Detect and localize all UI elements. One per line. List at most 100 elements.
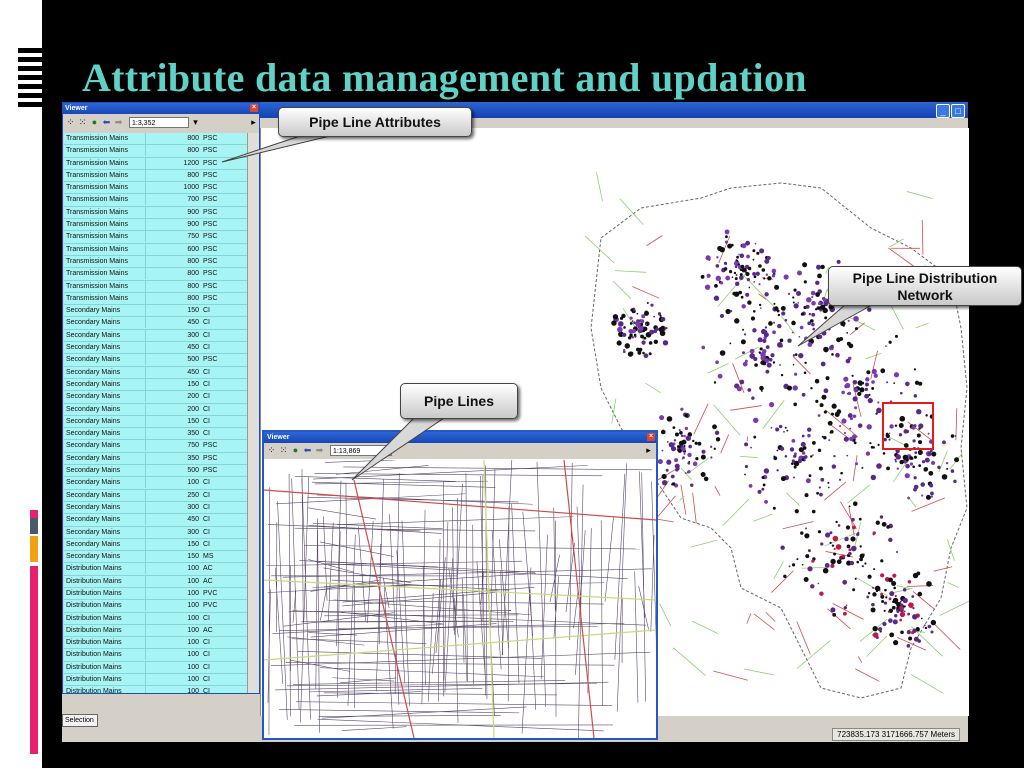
pipe-size-cell: 350	[145, 452, 201, 464]
table-row[interactable]: Secondary Mains 150 CI	[64, 378, 247, 392]
attribute-viewer-titlebar[interactable]: Viewer ×	[63, 103, 259, 114]
pipe-type-cell: Secondary Mains	[66, 368, 121, 376]
pipe-material-cell: MS	[203, 553, 214, 561]
table-row[interactable]: Distribution Mains 100 CI	[64, 661, 247, 675]
pipe-type-cell: Transmission Mains	[66, 270, 128, 278]
table-row[interactable]: Secondary Mains 150 CI	[64, 415, 247, 429]
table-row[interactable]: Distribution Mains 100 PVC	[64, 587, 247, 601]
pipe-type-cell: Secondary Mains	[66, 540, 121, 548]
pipe-material-cell: CI	[203, 380, 210, 388]
table-row[interactable]: Transmission Mains 700 PSC	[64, 194, 247, 207]
pipe-material-cell: PSC	[203, 233, 218, 241]
table-row[interactable]: Transmission Mains 900 PSC	[64, 206, 247, 220]
forward-arrow-icon[interactable]: ➡	[114, 118, 123, 127]
globe-icon[interactable]: ●	[291, 446, 300, 455]
table-row[interactable]: Secondary Mains 250 CI	[64, 489, 247, 502]
attribute-table-scrollbar[interactable]	[247, 133, 259, 693]
pipe-size-cell: 450	[145, 514, 201, 526]
table-row[interactable]: Transmission Mains 600 PSC	[64, 243, 247, 256]
pipe-type-cell: Transmission Mains	[66, 159, 128, 167]
close-icon[interactable]: ×	[250, 104, 258, 112]
minimize-icon[interactable]: _	[936, 104, 950, 118]
pipe-size-cell: 500	[145, 354, 201, 366]
table-row[interactable]: Secondary Mains 150 MS	[64, 551, 247, 564]
pipe-size-cell: 100	[145, 600, 201, 612]
table-row[interactable]: Transmission Mains 800 PSC	[64, 280, 247, 293]
table-row[interactable]: Transmission Mains 800 PSC	[64, 145, 247, 158]
table-row[interactable]: Transmission Mains 900 PSC	[64, 219, 247, 232]
dropdown-icon[interactable]: ▾	[191, 118, 200, 127]
globe-icon[interactable]: ●	[90, 118, 99, 127]
table-row[interactable]: Transmission Mains 800 PSC	[64, 292, 247, 306]
attribute-table[interactable]: Transmission Mains 800 PSC Transmission Mai…	[64, 133, 247, 693]
table-row[interactable]: Distribution Mains 100 AC	[64, 575, 247, 588]
pipe-type-cell: Distribution Mains	[66, 614, 122, 622]
table-row[interactable]: Transmission Mains 800 PSC	[64, 255, 247, 269]
pipe-type-cell: Secondary Mains	[66, 553, 121, 561]
pipe-size-cell: 100	[145, 624, 201, 636]
table-row[interactable]: Secondary Mains 200 CI	[64, 403, 247, 416]
table-row[interactable]: Distribution Mains 100 CI	[64, 637, 247, 650]
table-row[interactable]: Secondary Mains 450 CI	[64, 514, 247, 527]
pipe-type-cell: Secondary Mains	[66, 442, 121, 450]
back-arrow-icon[interactable]: ⬅	[102, 118, 111, 127]
table-row[interactable]: Secondary Mains 150 CI	[64, 538, 247, 552]
inset-viewer-title: Viewer	[267, 434, 290, 441]
pipe-material-cell: CI	[203, 651, 210, 659]
back-arrow-icon[interactable]: ⬅	[303, 446, 312, 455]
selection-field[interactable]: Selection	[62, 714, 98, 727]
table-row[interactable]: Secondary Mains 100 CI	[64, 477, 247, 490]
pipe-material-cell: PSC	[203, 442, 218, 450]
table-row[interactable]: Transmission Mains 800 PSC	[64, 268, 247, 281]
table-row[interactable]: Secondary Mains 300 CI	[64, 329, 247, 343]
pipe-size-cell: 100	[145, 575, 201, 587]
pipe-size-cell: 150	[145, 551, 201, 563]
forward-arrow-icon[interactable]: ➡	[315, 446, 324, 455]
table-row[interactable]: Secondary Mains 350 PSC	[64, 452, 247, 466]
coordinates-readout: 723835.173 3171666.757 Meters	[832, 728, 960, 741]
table-row[interactable]: Secondary Mains 450 CI	[64, 342, 247, 355]
scroll-right-icon[interactable]: ▸	[644, 446, 653, 455]
table-row[interactable]: Secondary Mains 200 CI	[64, 391, 247, 404]
pipe-size-cell: 900	[145, 206, 201, 218]
table-row[interactable]: Transmission Mains 1200 PSC	[64, 157, 247, 170]
table-row[interactable]: Secondary Mains 500 PSC	[64, 354, 247, 367]
inset-viewer-titlebar[interactable]: Viewer ×	[264, 432, 656, 443]
scroll-right-icon[interactable]: ▸	[249, 118, 258, 127]
pipe-size-cell: 100	[145, 674, 201, 686]
table-row[interactable]: Distribution Mains 100 CI	[64, 612, 247, 625]
table-row[interactable]: Distribution Mains 100 AC	[64, 563, 247, 576]
inset-viewer-toolbar: ⁘ ⁙ ● ⬅ ➡ 1:13,869 ▸	[264, 443, 656, 459]
pipe-type-cell: Transmission Mains	[66, 147, 128, 155]
table-row[interactable]: Transmission Mains 1000 PSC	[64, 182, 247, 195]
zoom-layer-icon[interactable]: ⁙	[279, 446, 288, 455]
table-row[interactable]: Transmission Mains 800 PSC	[64, 169, 247, 183]
table-row[interactable]: Secondary Mains 750 PSC	[64, 440, 247, 453]
table-row[interactable]: Distribution Mains 100 CI	[64, 674, 247, 687]
table-row[interactable]: Secondary Mains 350 CI	[64, 428, 247, 441]
table-row[interactable]: Secondary Mains 300 CI	[64, 501, 247, 515]
table-row[interactable]: Transmission Mains 800 PSC	[64, 133, 247, 146]
table-row[interactable]: Secondary Mains 150 CI	[64, 305, 247, 318]
accent-bar-slate	[30, 518, 38, 534]
table-row[interactable]: Distribution Mains 100 CI	[64, 649, 247, 662]
table-row[interactable]: Secondary Mains 450 CI	[64, 366, 247, 379]
zoom-layer-icon[interactable]: ⁙	[78, 118, 87, 127]
table-row[interactable]: Secondary Mains 500 PSC	[64, 465, 247, 478]
close-icon[interactable]: ×	[647, 433, 655, 441]
scale-field[interactable]: 1:3,352	[129, 117, 189, 128]
pipe-material-cell: PSC	[203, 467, 218, 475]
table-row[interactable]: Distribution Mains 100 AC	[64, 624, 247, 638]
table-row[interactable]: Secondary Mains 450 CI	[64, 317, 247, 330]
table-row[interactable]: Distribution Mains 100 PVC	[64, 600, 247, 613]
maximize-icon[interactable]: □	[951, 104, 965, 118]
zoom-full-icon[interactable]: ⁘	[66, 118, 75, 127]
pipe-lines-map[interactable]	[264, 460, 656, 738]
table-row[interactable]: Secondary Mains 300 CI	[64, 526, 247, 539]
table-row[interactable]: Transmission Mains 750 PSC	[64, 231, 247, 244]
scale-field[interactable]: 1:13,869	[330, 445, 392, 456]
pipe-material-cell: PSC	[203, 356, 218, 364]
table-row[interactable]: Distribution Mains 100 CI	[64, 686, 247, 693]
zoom-full-icon[interactable]: ⁘	[267, 446, 276, 455]
pipe-type-cell: Distribution Mains	[66, 639, 122, 647]
